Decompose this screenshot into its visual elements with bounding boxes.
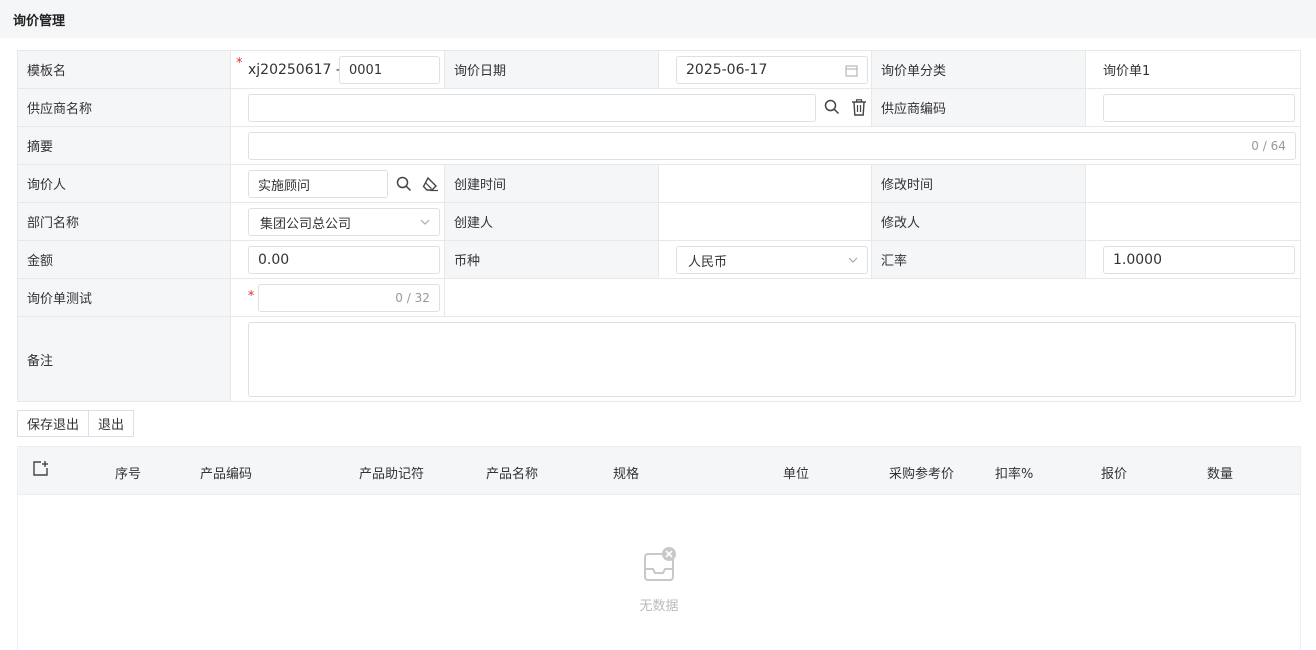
- form-row-summary: 摘要 0 / 64: [18, 127, 1301, 165]
- category-label: 询价单分类: [872, 51, 1086, 88]
- test-cell: * 0 / 32: [230, 279, 445, 316]
- form-row-remark: 备注: [18, 317, 1301, 402]
- summary-cell: 0 / 64: [230, 127, 1301, 164]
- modified-time-label: 修改时间: [872, 165, 1086, 202]
- column-header: 规格: [613, 467, 640, 482]
- search-icon[interactable]: [396, 176, 412, 192]
- currency-label: 币种: [445, 241, 659, 278]
- supplier-name-label: 供应商名称: [18, 89, 231, 126]
- product-table: 序号 产品编码 产品助记符 产品名称 规格 单位 采购参考价 扣率% 报价 数量…: [17, 446, 1301, 650]
- summary-input[interactable]: 0 / 64: [247, 132, 1296, 160]
- chevron-down-icon: [420, 218, 430, 226]
- form-row-inquirer: 询价人 实施顾问 创建时间 修改时间: [18, 165, 1301, 203]
- supplier-code-input[interactable]: [1103, 94, 1295, 122]
- remark-textarea[interactable]: [247, 322, 1296, 397]
- created-time-label: 创建时间: [445, 165, 659, 202]
- form-row-supplier: 供应商名称 供应商编码: [18, 89, 1301, 127]
- test-row-filler: [444, 279, 1301, 316]
- modifier-value: [1086, 203, 1301, 240]
- amount-cell: 0.00: [231, 241, 445, 278]
- test-label: 询价单测试: [18, 279, 231, 316]
- form-row-amount: 金额 0.00 币种 人民币 汇率 1.0000: [18, 241, 1301, 279]
- add-row-icon[interactable]: [32, 460, 48, 476]
- category-cell: 询价单1: [1086, 51, 1301, 88]
- column-header: 报价: [1101, 467, 1128, 482]
- dept-cell: 集团公司总公司: [231, 203, 445, 240]
- table-header: 序号 产品编码 产品助记符 产品名称 规格 单位 采购参考价 扣率% 报价 数量: [18, 447, 1300, 495]
- required-mark: *: [247, 289, 255, 304]
- inquiry-date-value: 2025-06-17: [686, 62, 768, 78]
- summary-label: 摘要: [18, 127, 231, 164]
- trash-icon[interactable]: [851, 99, 867, 116]
- template-name-cell: * xj20250617 - 0001: [231, 51, 445, 88]
- inquiry-date-cell: 2025-06-17: [659, 51, 872, 88]
- column-header: 序号: [115, 467, 142, 482]
- supplier-code-label: 供应商编码: [872, 89, 1086, 126]
- creator-value: [659, 203, 872, 240]
- empty-inbox-icon: [639, 545, 679, 589]
- currency-cell: 人民币: [659, 241, 872, 278]
- inquirer-label: 询价人: [18, 165, 231, 202]
- test-counter: 0 / 32: [395, 291, 430, 305]
- column-header: 产品编码: [200, 467, 253, 482]
- currency-value: 人民币: [688, 254, 728, 270]
- category-value: 询价单1: [1103, 64, 1151, 79]
- column-header: 产品助记符: [359, 467, 425, 482]
- empty-state: 无数据: [18, 545, 1300, 614]
- modified-time-value: [1086, 165, 1301, 202]
- amount-label: 金额: [18, 241, 231, 278]
- inquiry-form: 模板名 * xj20250617 - 0001 询价日期 2025-06-17 …: [17, 50, 1301, 402]
- modifier-label: 修改人: [872, 203, 1086, 240]
- summary-counter: 0 / 64: [1251, 139, 1286, 153]
- column-header: 扣率%: [995, 467, 1034, 482]
- form-row-dept: 部门名称 集团公司总公司 创建人 修改人: [18, 203, 1301, 241]
- currency-select[interactable]: 人民币: [676, 246, 868, 274]
- column-header: 单位: [783, 467, 810, 482]
- supplier-name-cell: [231, 89, 872, 126]
- inquiry-date-label: 询价日期: [445, 51, 659, 88]
- supplier-name-input[interactable]: [248, 94, 816, 122]
- column-header: 产品名称: [486, 467, 539, 482]
- template-suffix-input[interactable]: 0001: [339, 56, 440, 84]
- template-prefix: xj20250617 -: [248, 61, 341, 78]
- chevron-down-icon: [848, 256, 858, 264]
- inquirer-input[interactable]: 实施顾问: [248, 170, 388, 198]
- test-input[interactable]: 0 / 32: [257, 284, 440, 312]
- save-exit-button[interactable]: 保存退出: [17, 410, 90, 437]
- supplier-code-cell: [1086, 89, 1301, 126]
- inquiry-date-picker[interactable]: 2025-06-17: [676, 56, 868, 84]
- rate-label: 汇率: [872, 241, 1086, 278]
- calendar-icon[interactable]: [845, 64, 858, 77]
- dept-label: 部门名称: [18, 203, 231, 240]
- inquirer-cell: 实施顾问: [231, 165, 445, 202]
- column-header: 数量: [1207, 467, 1234, 482]
- template-name-label: 模板名: [18, 51, 231, 88]
- dept-value: 集团公司总公司: [260, 216, 352, 232]
- column-header: 采购参考价: [889, 467, 955, 482]
- eraser-icon[interactable]: [422, 176, 439, 192]
- rate-input[interactable]: 1.0000: [1103, 246, 1295, 274]
- amount-input[interactable]: 0.00: [248, 246, 440, 274]
- remark-label: 备注: [18, 317, 231, 401]
- exit-button[interactable]: 退出: [89, 410, 135, 437]
- created-time-value: [659, 165, 872, 202]
- form-row-template: 模板名 * xj20250617 - 0001 询价日期 2025-06-17 …: [18, 51, 1301, 89]
- dept-select[interactable]: 集团公司总公司: [248, 208, 440, 236]
- page-header: 询价管理: [0, 0, 1316, 38]
- form-row-test: 询价单测试 * 0 / 32: [18, 279, 1301, 317]
- required-mark: *: [236, 56, 243, 71]
- rate-cell: 1.0000: [1086, 241, 1301, 278]
- empty-text: 无数据: [639, 599, 679, 614]
- action-buttons: 保存退出 退出: [17, 410, 135, 437]
- page-title: 询价管理: [13, 14, 66, 29]
- search-icon[interactable]: [824, 99, 840, 115]
- creator-label: 创建人: [445, 203, 659, 240]
- remark-cell: [230, 317, 1301, 401]
